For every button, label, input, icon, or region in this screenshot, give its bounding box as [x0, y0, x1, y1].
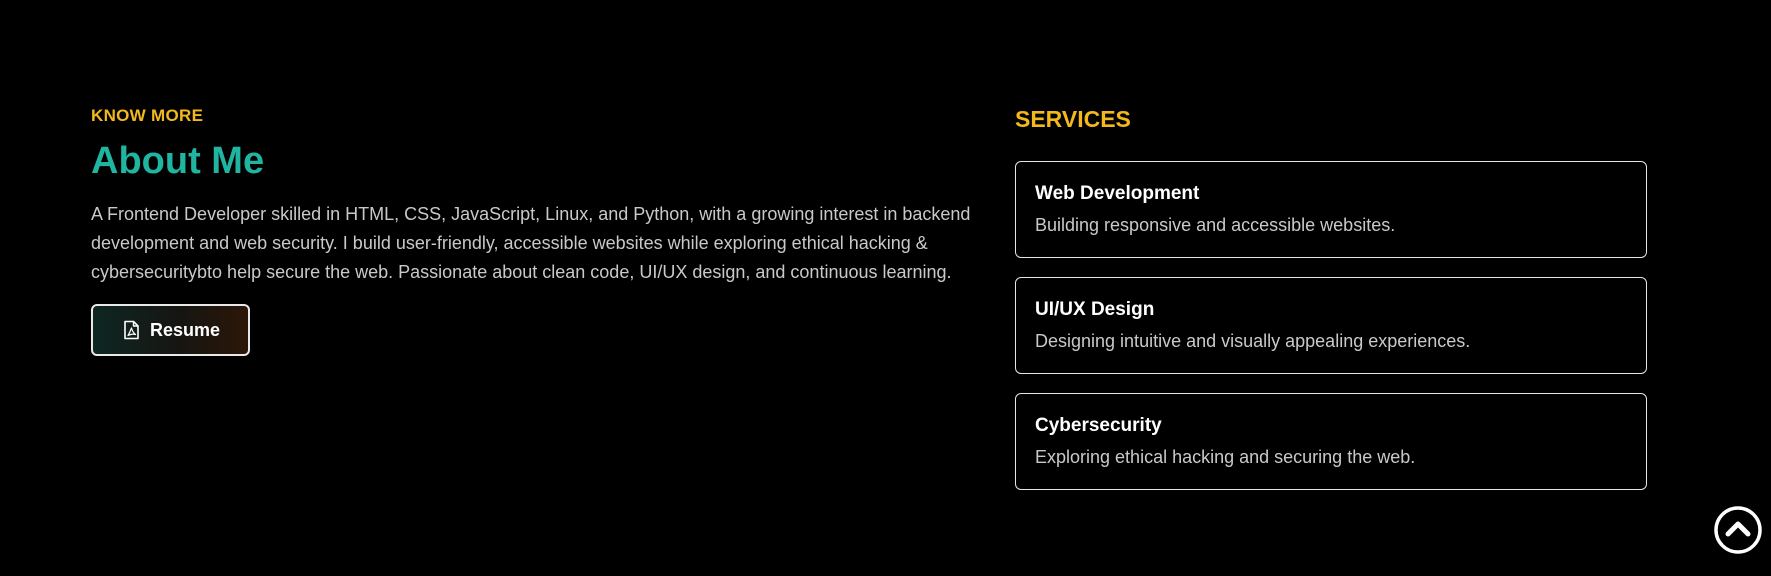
service-card-description: Building responsive and accessible websi…	[1035, 215, 1396, 235]
services-section: SERVICES Web Development Building respon…	[1015, 104, 1647, 509]
scroll-to-top-button[interactable]	[1713, 505, 1763, 555]
services-list: Web Development Building responsive and …	[1015, 161, 1647, 490]
service-card-title: UI/UX Design	[1035, 299, 1155, 320]
about-title: About Me	[91, 140, 265, 182]
services-title: SERVICES	[1015, 106, 1131, 132]
resume-button-label: Resume	[150, 319, 221, 340]
service-card-ui-ux-design[interactable]: UI/UX Design Designing intuitive and vis…	[1015, 277, 1647, 374]
service-card-cybersecurity[interactable]: Cybersecurity Exploring ethical hacking …	[1015, 393, 1647, 490]
file-pdf-icon	[123, 320, 140, 340]
chevron-up-circle-icon	[1713, 506, 1763, 559]
about-eyebrow: KNOW MORE	[91, 106, 204, 125]
service-card-description: Designing intuitive and visually appeali…	[1035, 331, 1471, 351]
about-section: KNOW MORE About Me A Frontend Developer …	[91, 104, 991, 356]
page: KNOW MORE About Me A Frontend Developer …	[0, 0, 1771, 576]
service-card-web-development[interactable]: Web Development Building responsive and …	[1015, 161, 1647, 258]
service-card-description: Exploring ethical hacking and securing t…	[1035, 447, 1416, 467]
service-card-title: Cybersecurity	[1035, 415, 1162, 436]
about-description: A Frontend Developer skilled in HTML, CS…	[91, 204, 971, 282]
resume-button[interactable]: Resume	[91, 304, 250, 356]
service-card-title: Web Development	[1035, 183, 1200, 204]
